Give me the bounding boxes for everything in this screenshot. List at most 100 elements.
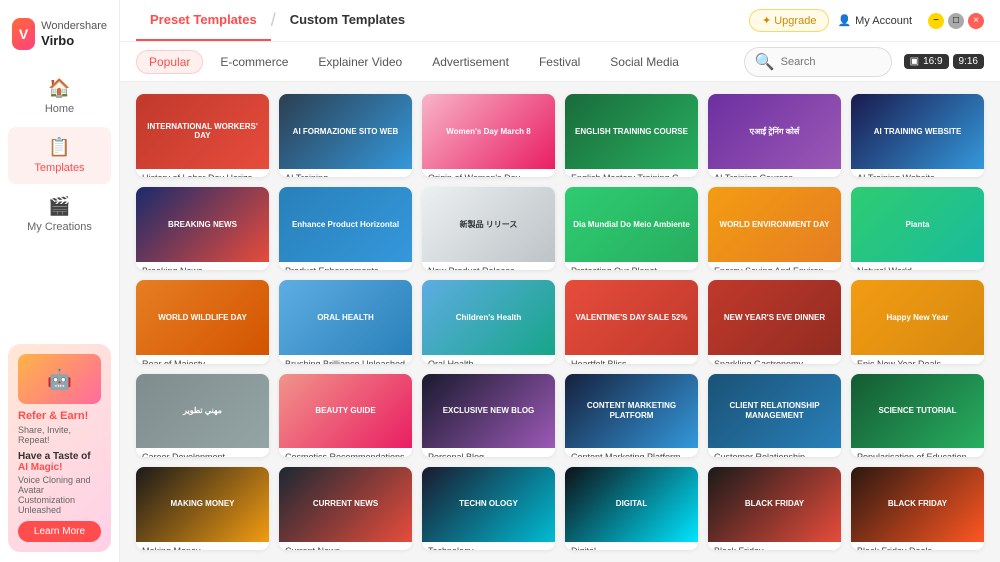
template-label: Digital bbox=[565, 542, 698, 550]
template-label: New Product Release bbox=[422, 262, 555, 270]
template-label: Making Money bbox=[136, 542, 269, 550]
template-label: Technology bbox=[422, 542, 555, 550]
ratio-icon: ▣ bbox=[910, 56, 919, 67]
search-input[interactable] bbox=[781, 56, 881, 68]
filter-tab-popular[interactable]: Popular bbox=[136, 50, 203, 74]
promo-subtitle: Share, Invite, Repeat! bbox=[18, 425, 101, 445]
template-card[interactable]: 新製品 リリースNew Product Release bbox=[422, 187, 555, 270]
tab-custom-templates[interactable]: Custom Templates bbox=[276, 0, 419, 41]
filter-tab-explainer[interactable]: Explainer Video bbox=[305, 50, 415, 74]
template-label: Natural World bbox=[851, 262, 984, 270]
template-card[interactable]: Enhance Product HorizontalProduct Enhanc… bbox=[279, 187, 412, 270]
filter-bar: PopularE-commerceExplainer VideoAdvertis… bbox=[120, 42, 1000, 82]
promo-card: 🤖 Refer & Earn! Share, Invite, Repeat! H… bbox=[8, 344, 111, 552]
nav-label-my-creations: My Creations bbox=[27, 221, 92, 233]
template-label: Current News bbox=[279, 542, 412, 550]
template-label: Career Development bbox=[136, 448, 269, 456]
promo-description: Voice Cloning and Avatar Customization U… bbox=[18, 475, 101, 515]
template-card[interactable]: Happy New YearEpic New Year Deals bbox=[851, 280, 984, 363]
search-icon: 🔍 bbox=[755, 52, 775, 72]
template-label: Sparkling Gastronomy bbox=[708, 355, 841, 363]
logo-area: V Wondershare Virbo bbox=[0, 10, 119, 66]
promo-heading: Have a Taste of AI Magic! bbox=[18, 451, 101, 473]
template-card[interactable]: BEAUTY GUIDECosmetics Recommendations bbox=[279, 374, 412, 457]
template-label: AI Training Website bbox=[851, 169, 984, 177]
home-icon: 🏠 bbox=[48, 78, 70, 99]
template-card[interactable]: NEW YEAR'S EVE DINNERSparkling Gastronom… bbox=[708, 280, 841, 363]
template-label: Epic New Year Deals bbox=[851, 355, 984, 363]
filter-tab-festival[interactable]: Festival bbox=[526, 50, 593, 74]
account-button[interactable]: 👤 My Account bbox=[837, 14, 912, 27]
template-card[interactable]: VALENTINE'S DAY SALE 52%Heartfelt Bliss bbox=[565, 280, 698, 363]
template-card[interactable]: AI FORMAZIONE SITO WEBAI Training bbox=[279, 94, 412, 177]
template-card[interactable]: DIGITALDigital bbox=[565, 467, 698, 550]
template-card[interactable]: MAKING MONEYMaking Money bbox=[136, 467, 269, 550]
duration-badge: 9:16 bbox=[953, 54, 984, 69]
templates-icon: 📋 bbox=[48, 137, 70, 158]
minimize-button[interactable]: − bbox=[928, 13, 944, 29]
sidebar-item-home[interactable]: 🏠 Home bbox=[8, 68, 111, 125]
template-card[interactable]: BREAKING NEWSBreaking News bbox=[136, 187, 269, 270]
template-card[interactable]: TECHN OLOGYTechnology bbox=[422, 467, 555, 550]
template-label: Product Enhancements bbox=[279, 262, 412, 270]
template-card[interactable]: CONTENT MARKETING PLATFORMContent Market… bbox=[565, 374, 698, 457]
template-card[interactable]: BLACK FRIDAYBlack Friday Deals bbox=[851, 467, 984, 550]
template-label: Black Friday bbox=[708, 542, 841, 550]
template-label: AI Training Courses bbox=[708, 169, 841, 177]
maximize-button[interactable]: □ bbox=[948, 13, 964, 29]
promo-image: 🤖 bbox=[18, 354, 101, 404]
template-label: Customer Relationship bbox=[708, 448, 841, 456]
my-creations-icon: 🎬 bbox=[48, 196, 70, 217]
nav-label-templates: Templates bbox=[34, 162, 84, 174]
template-card[interactable]: WORLD WILDLIFE DAYRoar of Majesty bbox=[136, 280, 269, 363]
sidebar-item-templates[interactable]: 📋 Templates bbox=[8, 127, 111, 184]
template-label: Content Marketing Platform bbox=[565, 448, 698, 456]
app-logo-icon: V bbox=[12, 18, 35, 50]
template-card[interactable]: Children's HealthOral Health bbox=[422, 280, 555, 363]
template-label: Breaking News bbox=[136, 262, 269, 270]
template-card[interactable]: AI TRAINING WEBSITEAI Training Website bbox=[851, 94, 984, 177]
template-card[interactable]: ENGLISH TRAINING COURSEEnglish Mastery T… bbox=[565, 94, 698, 177]
template-card[interactable]: مهني تطويرCareer Development bbox=[136, 374, 269, 457]
template-card[interactable]: एआई ट्रेनिंग कोर्सAI Training Courses bbox=[708, 94, 841, 177]
close-button[interactable]: × bbox=[968, 13, 984, 29]
filter-tab-ecommerce[interactable]: E-commerce bbox=[207, 50, 301, 74]
template-card[interactable]: SCIENCE TUTORIALPopularisation of Educat… bbox=[851, 374, 984, 457]
app-logo-text: Wondershare Virbo bbox=[41, 20, 107, 49]
template-label: Brushing Brilliance Unleashed bbox=[279, 355, 412, 363]
template-card[interactable]: CURRENT NEWSCurrent News bbox=[279, 467, 412, 550]
promo-title: Refer & Earn! bbox=[18, 410, 101, 422]
template-label: English Mastery Training Courses bbox=[565, 169, 698, 177]
filter-tab-advertisement[interactable]: Advertisement bbox=[419, 50, 522, 74]
window-controls: − □ × bbox=[928, 13, 984, 29]
template-label: Personal Blog bbox=[422, 448, 555, 456]
filter-tab-social[interactable]: Social Media bbox=[597, 50, 692, 74]
template-label: Oral Health bbox=[422, 355, 555, 363]
template-label: Heartfelt Bliss bbox=[565, 355, 698, 363]
account-icon: 👤 bbox=[837, 14, 851, 27]
template-card[interactable]: ORAL HEALTHBrushing Brilliance Unleashed bbox=[279, 280, 412, 363]
template-card[interactable]: EXCLUSIVE NEW BLOGPersonal Blog bbox=[422, 374, 555, 457]
template-label: Black Friday Deals bbox=[851, 542, 984, 550]
title-bar-right: ✦ Upgrade 👤 My Account − □ × bbox=[749, 9, 984, 32]
title-tabs: Preset Templates / Custom Templates bbox=[136, 0, 419, 41]
main-content: Preset Templates / Custom Templates ✦ Up… bbox=[120, 0, 1000, 562]
sidebar-nav: 🏠 Home 📋 Templates 🎬 My Creations bbox=[0, 66, 119, 245]
template-card[interactable]: INTERNATIONAL WORKERS' DAYHistory of Lab… bbox=[136, 94, 269, 177]
template-card[interactable]: PiantaNatural World bbox=[851, 187, 984, 270]
title-bar: Preset Templates / Custom Templates ✦ Up… bbox=[120, 0, 1000, 42]
template-label: Popularisation of Education bbox=[851, 448, 984, 456]
template-card[interactable]: Women's Day March 8Origin of Women's Day bbox=[422, 94, 555, 177]
template-card[interactable]: Dia Mundial Do Meio AmbienteProtecting O… bbox=[565, 187, 698, 270]
learn-more-button[interactable]: Learn More bbox=[18, 521, 101, 542]
tab-preset-templates[interactable]: Preset Templates bbox=[136, 0, 271, 41]
template-label: Cosmetics Recommendations bbox=[279, 448, 412, 456]
template-card[interactable]: BLACK FRIDAYBlack Friday bbox=[708, 467, 841, 550]
template-card[interactable]: WORLD ENVIRONMENT DAYEnergy Saving And E… bbox=[708, 187, 841, 270]
template-card[interactable]: CLIENT RELATIONSHIP MANAGEMENTCustomer R… bbox=[708, 374, 841, 457]
search-box[interactable]: 🔍 bbox=[744, 47, 892, 77]
sidebar: V Wondershare Virbo 🏠 Home 📋 Templates 🎬… bbox=[0, 0, 120, 562]
upgrade-button[interactable]: ✦ Upgrade bbox=[749, 9, 829, 32]
sidebar-item-my-creations[interactable]: 🎬 My Creations bbox=[8, 186, 111, 243]
template-label: Energy Saving And Environmental Protect.… bbox=[708, 262, 841, 270]
